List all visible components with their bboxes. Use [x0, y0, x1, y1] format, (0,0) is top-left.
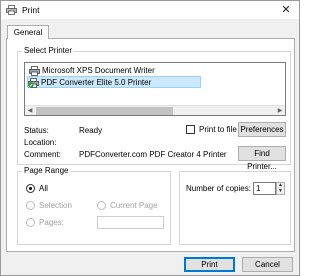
- copies-stepper[interactable]: ▲ ▼: [276, 182, 285, 195]
- close-button[interactable]: ✕: [277, 2, 295, 18]
- print-to-file-checkbox[interactable]: [186, 125, 195, 134]
- find-printer-button[interactable]: Find Printer...: [238, 146, 286, 171]
- scroll-right-icon[interactable]: ▶: [275, 106, 285, 116]
- printer-name: PDF Converter Elite 5.0 Printer: [41, 78, 152, 87]
- copies-input[interactable]: 1: [253, 182, 276, 195]
- pages-input[interactable]: [97, 216, 164, 229]
- radio-all-label[interactable]: All: [39, 184, 48, 193]
- print-dialog: Print ✕ General Select Printer Microsoft…: [0, 0, 300, 276]
- scrollbar-thumb[interactable]: [36, 107, 173, 115]
- radio-current-page[interactable]: [97, 201, 106, 210]
- spin-down-icon[interactable]: ▼: [277, 188, 284, 195]
- page-range-label: Page Range: [22, 166, 71, 175]
- printer-list-scrollbar[interactable]: ◀ ▶: [25, 105, 285, 115]
- printer-item-pdf-converter[interactable]: PDF Converter Elite 5.0 Printer: [27, 76, 201, 88]
- radio-selection[interactable]: [26, 201, 35, 210]
- comment-label: Comment:: [24, 150, 61, 159]
- preferences-button[interactable]: Preferences: [238, 122, 286, 137]
- location-label: Location:: [24, 138, 57, 147]
- status-label: Status:: [24, 126, 49, 135]
- page-range-group: Page Range All Selection Current Page Pa…: [17, 166, 171, 245]
- radio-pages[interactable]: [26, 218, 35, 227]
- printer-icon: [29, 66, 40, 76]
- general-tab-panel: Select Printer Microsoft XPS Document Wr…: [6, 38, 295, 252]
- radio-current-page-label[interactable]: Current Page: [110, 201, 158, 210]
- copies-group: Number of copies: 1 ▲ ▼: [179, 171, 291, 245]
- copies-label: Number of copies:: [186, 184, 251, 193]
- printer-default-icon: [28, 78, 39, 88]
- radio-all[interactable]: [26, 184, 35, 193]
- status-value: Ready: [79, 126, 103, 135]
- title-bar: Print ✕: [1, 1, 299, 19]
- print-button[interactable]: Print: [184, 257, 235, 272]
- print-to-file-label[interactable]: Print to file: [199, 125, 237, 134]
- scroll-left-icon[interactable]: ◀: [25, 106, 35, 116]
- cancel-button[interactable]: Cancel: [242, 257, 293, 272]
- radio-selection-label[interactable]: Selection: [39, 201, 72, 210]
- radio-pages-label[interactable]: Pages:: [39, 218, 64, 227]
- printer-icon: [6, 5, 17, 15]
- close-icon: ✕: [281, 4, 291, 16]
- tab-general[interactable]: General: [7, 25, 49, 39]
- select-printer-label: Select Printer: [22, 46, 75, 55]
- printer-list[interactable]: Microsoft XPS Document Writer PDF Conver…: [24, 62, 286, 116]
- comment-value: PDFConverter.com PDF Creator 4 Printer: [79, 150, 227, 159]
- window-title: Print: [22, 5, 40, 15]
- select-printer-group: Select Printer Microsoft XPS Document Wr…: [17, 46, 291, 171]
- radio-selected-dot: [29, 187, 32, 190]
